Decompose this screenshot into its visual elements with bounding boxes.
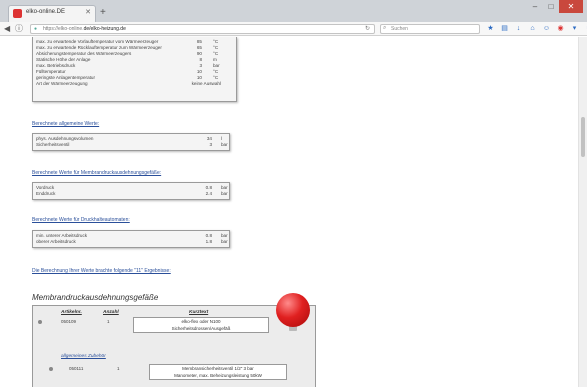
- library-icon[interactable]: ▤: [500, 24, 509, 33]
- search-bar[interactable]: ⌕ Suchen: [380, 24, 480, 34]
- minimize-icon[interactable]: –: [527, 0, 543, 13]
- pressure-values-box: min. unterer Arbeitsdruck 0.8 bar oberer A…: [32, 230, 230, 248]
- new-tab-button[interactable]: +: [100, 8, 106, 18]
- browser-tab[interactable]: elko-online.DE ✕: [8, 5, 96, 22]
- general-values-box: phys. Ausdehnungsvolumen 34 l Sicherheitsv…: [32, 133, 230, 151]
- page-scrollbar[interactable]: [578, 37, 587, 387]
- membrane-values-box: Vordruck 0.8 bar Enddruck 2.4 bar: [32, 182, 230, 200]
- tab-title: elko-online.DE: [26, 9, 66, 15]
- membrane-row: Enddruck 2.4 bar: [36, 191, 228, 196]
- bookmark-star-icon[interactable]: ★: [486, 24, 495, 33]
- col-qty-header: Anzahl: [103, 310, 119, 315]
- param-row: Art der Wärmeerzeugung keine Auswahl: [36, 81, 221, 86]
- page-content: max. zu erwartende Vorlauftemperatur vom…: [0, 37, 587, 387]
- product-radio[interactable]: [38, 320, 42, 324]
- extension-icon[interactable]: ▾: [570, 24, 579, 33]
- tab-close-icon[interactable]: ✕: [85, 8, 91, 16]
- product-article: 050109: [61, 319, 77, 324]
- accessory-radio[interactable]: [49, 367, 53, 371]
- browser-titlebar: elko-online.DE ✕ + – □ ✕: [0, 0, 587, 22]
- home-icon[interactable]: ⌂: [528, 24, 537, 33]
- browser-navbar: ◀ ⓘ ● https://elko-online.de/elko-heizun…: [0, 22, 587, 36]
- lock-icon: ●: [34, 26, 38, 32]
- toolbar-icons: ★ ▤ ↓ ⌂ ☺ ◉ ▾ ≡: [486, 24, 587, 33]
- general-row: Sicherheitsventil 3 bar: [36, 142, 228, 147]
- parameter-summary-box: max. zu erwartende Vorlauftemperatur vom…: [32, 37, 237, 102]
- product-shorttext: elko-flex oder N100 Sicherheitsdrossen/A…: [133, 317, 269, 333]
- addon-icon[interactable]: ◉: [556, 24, 565, 33]
- sync-icon[interactable]: ☺: [542, 24, 551, 33]
- membrane-vessels-heading: Membrandruckausdehnungsgefäße: [32, 293, 159, 302]
- search-placeholder: Suchen: [391, 26, 408, 32]
- col-text-header: Kurztext: [189, 310, 209, 315]
- product-qty: 1: [107, 319, 110, 324]
- window-controls: – □ ✕: [527, 0, 583, 14]
- info-icon[interactable]: ⓘ: [15, 23, 23, 35]
- general-values-title: Berechnete allgemeine Werte:: [32, 121, 100, 127]
- membrane-values-title: Berechnete Werte für Membrandruckausdehn…: [32, 170, 162, 176]
- address-bar[interactable]: ● https://elko-online.de/elko-heizung.de…: [30, 24, 375, 34]
- maximize-icon[interactable]: □: [543, 0, 559, 13]
- pressure-row: oberer Arbeitsdruck 1.8 bar: [36, 239, 228, 244]
- window-close-icon[interactable]: ✕: [559, 0, 583, 13]
- back-arrow-icon[interactable]: ◀: [4, 23, 10, 35]
- product-table: Artikelnr. Anzahl Kurztext 050109 1 elko…: [32, 305, 316, 387]
- accessory-shorttext: Membransicherheitsventil 1/2" 3 bar Mano…: [149, 364, 287, 380]
- reload-icon[interactable]: ↻: [365, 25, 370, 32]
- download-icon[interactable]: ↓: [514, 24, 523, 33]
- search-icon: ⌕: [383, 25, 387, 31]
- accessory-link[interactable]: allgemeines Zubehör: [61, 354, 106, 359]
- accessory-article: 050111: [69, 366, 84, 371]
- accessory-qty: 1: [117, 366, 120, 371]
- expansion-vessel-image: [276, 293, 310, 327]
- results-link[interactable]: Die Berechnung Ihrer Werte brachte folge…: [32, 268, 171, 274]
- scroll-thumb[interactable]: [581, 117, 585, 157]
- site-favicon-icon: [13, 9, 22, 18]
- col-article-header: Artikelnr.: [61, 310, 82, 315]
- pressure-values-title: Berechnete Werte für Druckhalteautomaten…: [32, 217, 130, 223]
- url-text: https://elko-online.de/elko-heizung.de: [43, 26, 126, 32]
